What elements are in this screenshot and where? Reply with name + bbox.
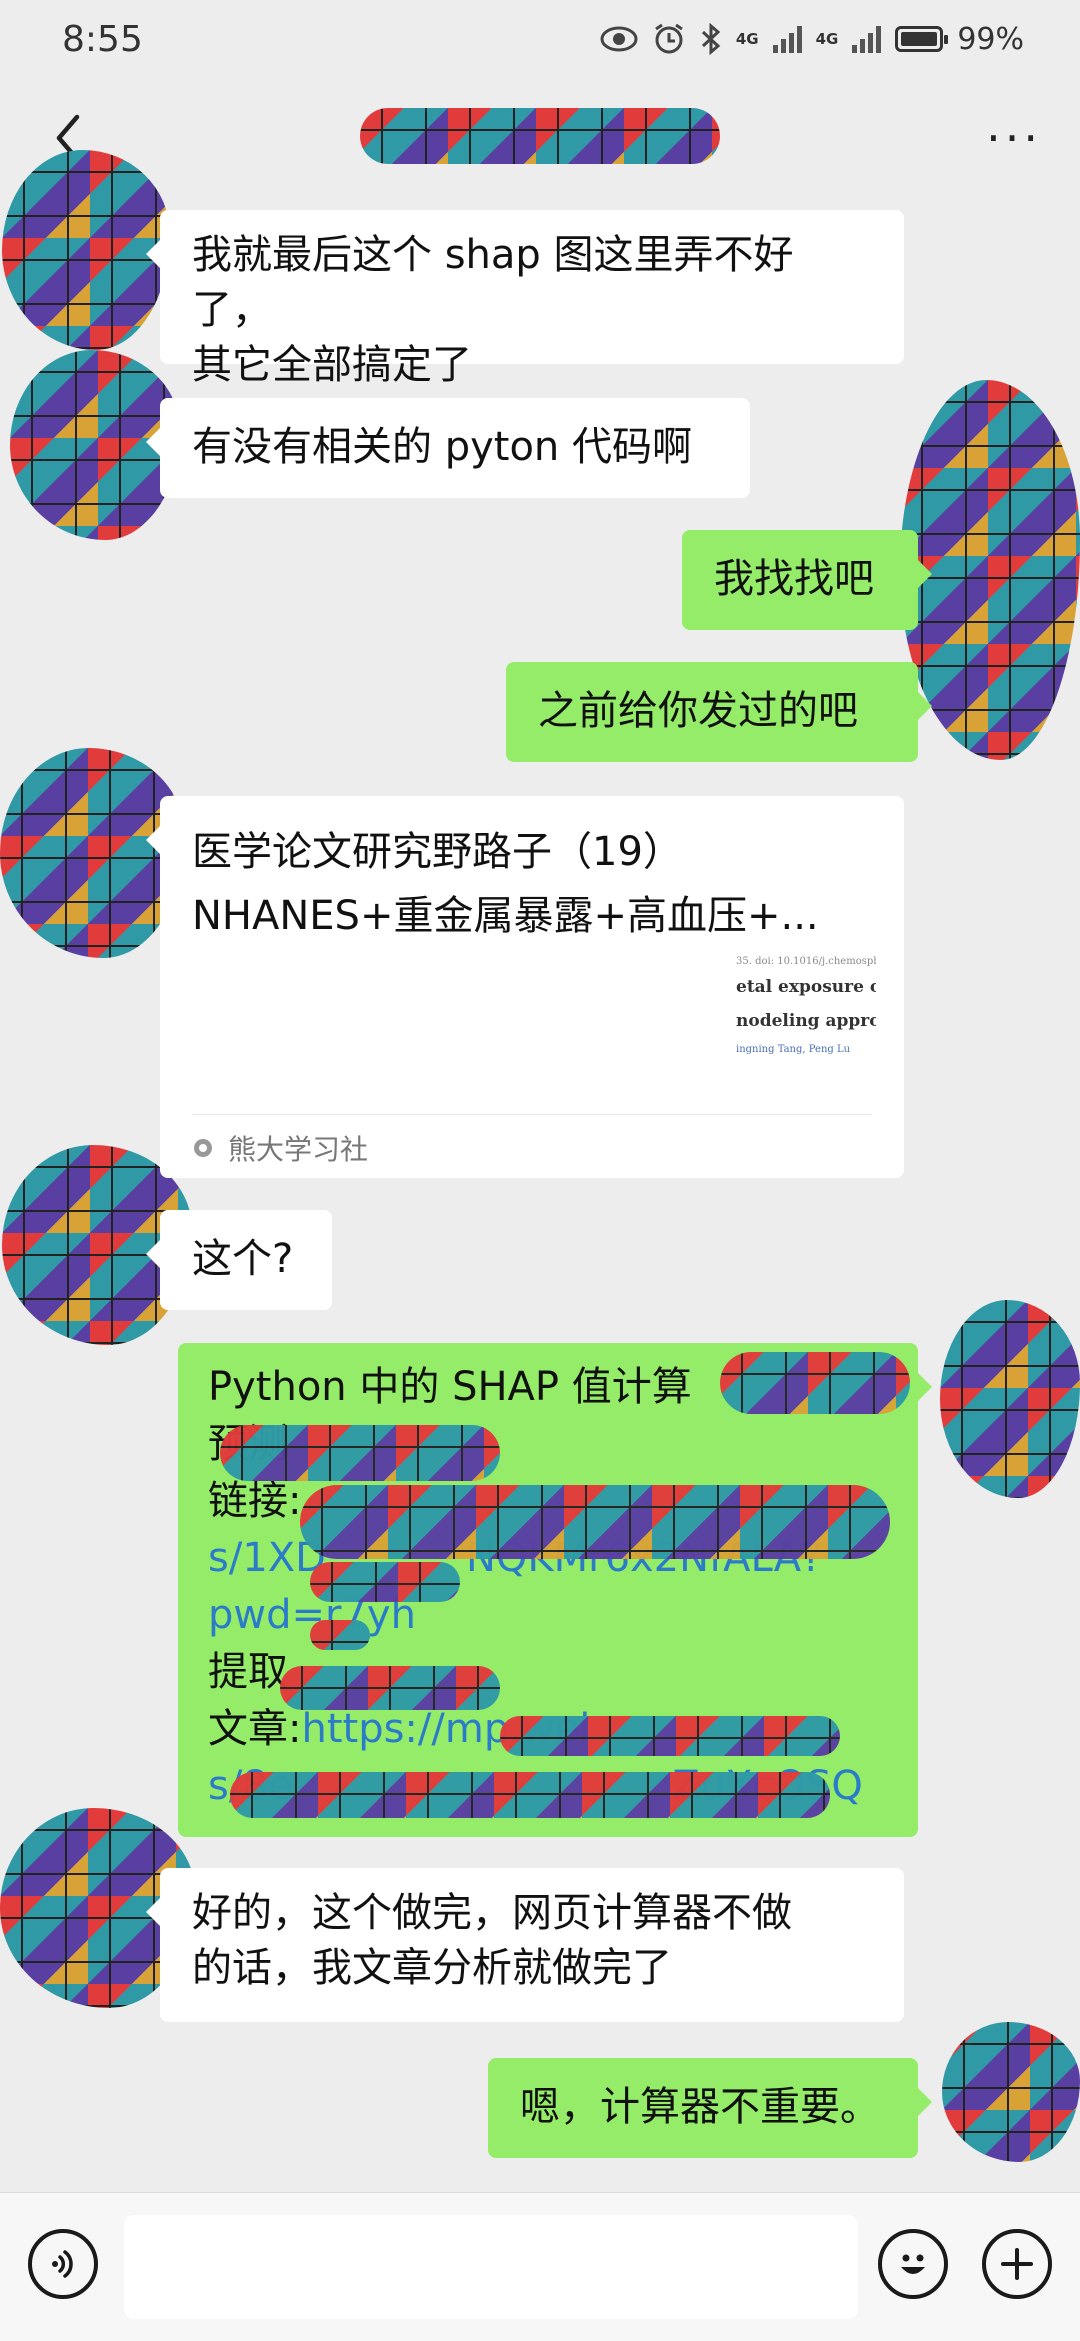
message-text: 嗯，计算器不重要。 <box>520 2084 880 2130</box>
official-account-icon <box>194 1139 212 1157</box>
message-input[interactable] <box>124 2215 858 2319</box>
voice-icon <box>52 2250 73 2278</box>
message-bubble-outgoing[interactable]: 之前给你发过的吧 <box>506 662 932 762</box>
status-time: 8:55 <box>62 18 143 60</box>
bluetooth-icon <box>701 23 721 55</box>
message-text: 我就最后这个 shap 图这里弄不好了， <box>192 232 794 333</box>
message-bubble-outgoing[interactable]: 嗯，计算器不重要。 <box>488 2058 932 2158</box>
more-options-button[interactable]: ··· <box>986 111 1042 165</box>
redaction-mark <box>220 1425 500 1481</box>
battery-icon <box>895 26 949 52</box>
article-thumbnail: 35. doi: 10.1016/j.chemosph etal exposur… <box>736 954 876 1074</box>
message-bubble-outgoing[interactable]: Python 中的 SHAP 值计算 预测 链接: s/1XDNQKMr6x2N… <box>178 1343 932 1837</box>
message-text: 这个? <box>192 1236 294 1282</box>
redaction-mark <box>280 1666 500 1710</box>
message-text: 文章: <box>208 1706 302 1752</box>
status-icons: 4G 4G 99% <box>600 22 1024 57</box>
signal-icon <box>772 25 802 53</box>
source-name: 熊大学习社 <box>228 1133 369 1166</box>
network-type-1: 4G <box>735 30 759 48</box>
redaction-mark <box>310 1620 370 1650</box>
message-text: 好的，这个做完，网页计算器不做 <box>192 1890 792 1936</box>
redaction-mark <box>230 1772 830 1818</box>
message-bubble-incoming[interactable]: 好的，这个做完，网页计算器不做 的话，我文章分析就做完了 <box>146 1868 904 2022</box>
status-bar: 8:55 4G 4G 99% <box>0 0 1080 78</box>
message-bubble-incoming[interactable]: 这个? <box>146 1210 332 1310</box>
message-bubble-incoming[interactable]: 我就最后这个 shap 图这里弄不好了， 其它全部搞定了 <box>146 210 904 388</box>
redaction-mark <box>500 1716 840 1756</box>
message-text: 链接: <box>208 1478 302 1524</box>
article-subtitle: NHANES+重金属暴露+高血压+... <box>192 893 819 939</box>
message-text: Python 中的 SHAP 值计算 <box>208 1364 692 1410</box>
message-text: 之前给你发过的吧 <box>538 688 858 734</box>
voice-button[interactable] <box>28 2229 98 2299</box>
plus-icon <box>1001 2248 1033 2280</box>
message-bubble-outgoing[interactable]: 我找找吧 <box>682 530 932 630</box>
input-bar <box>0 2192 1080 2341</box>
alarm-icon <box>654 23 683 54</box>
thumbnail-authors: ingning Tang, Peng Lu <box>736 1044 851 1055</box>
redaction-mark <box>300 1485 890 1559</box>
card-divider <box>192 1114 872 1115</box>
eye-icon <box>600 26 638 52</box>
message-bubble-incoming[interactable]: 有没有相关的 pyton 代码啊 <box>146 398 750 498</box>
message-text: 提取 <box>208 1649 288 1695</box>
my-avatar[interactable] <box>940 1300 1080 1498</box>
thumbnail-doi: 35. doi: 10.1016/j.chemosph <box>736 956 876 967</box>
article-title: 医学论文研究野路子（19） <box>192 829 683 875</box>
my-avatar[interactable] <box>942 2022 1080 2162</box>
more-actions-button[interactable] <box>982 2229 1052 2299</box>
shared-article-card[interactable]: 医学论文研究野路子（19） NHANES+重金属暴露+高血压+... 35. d… <box>146 796 904 1178</box>
redaction-mark <box>310 1562 460 1602</box>
thumbnail-text: etal exposure o <box>736 977 876 997</box>
chat-header: ··· <box>0 78 1080 198</box>
smiley-icon <box>901 2254 925 2274</box>
article-source: 熊大学习社 <box>192 1128 368 1168</box>
battery-percent: 99% <box>957 21 1024 57</box>
contact-avatar[interactable] <box>2 150 170 350</box>
signal-icon-2 <box>852 25 882 53</box>
message-text: 的话，我文章分析就做完了 <box>192 1945 672 1991</box>
message-text: 其它全部搞定了 <box>192 342 472 388</box>
thumbnail-text: nodeling appro <box>736 1011 876 1031</box>
network-type-2: 4G <box>815 30 839 48</box>
message-text: 有没有相关的 pyton 代码啊 <box>192 424 692 470</box>
emoji-button[interactable] <box>878 2229 948 2299</box>
chat-title-redacted <box>360 108 720 164</box>
redaction-mark <box>720 1352 910 1414</box>
message-text: 我找找吧 <box>714 556 874 602</box>
